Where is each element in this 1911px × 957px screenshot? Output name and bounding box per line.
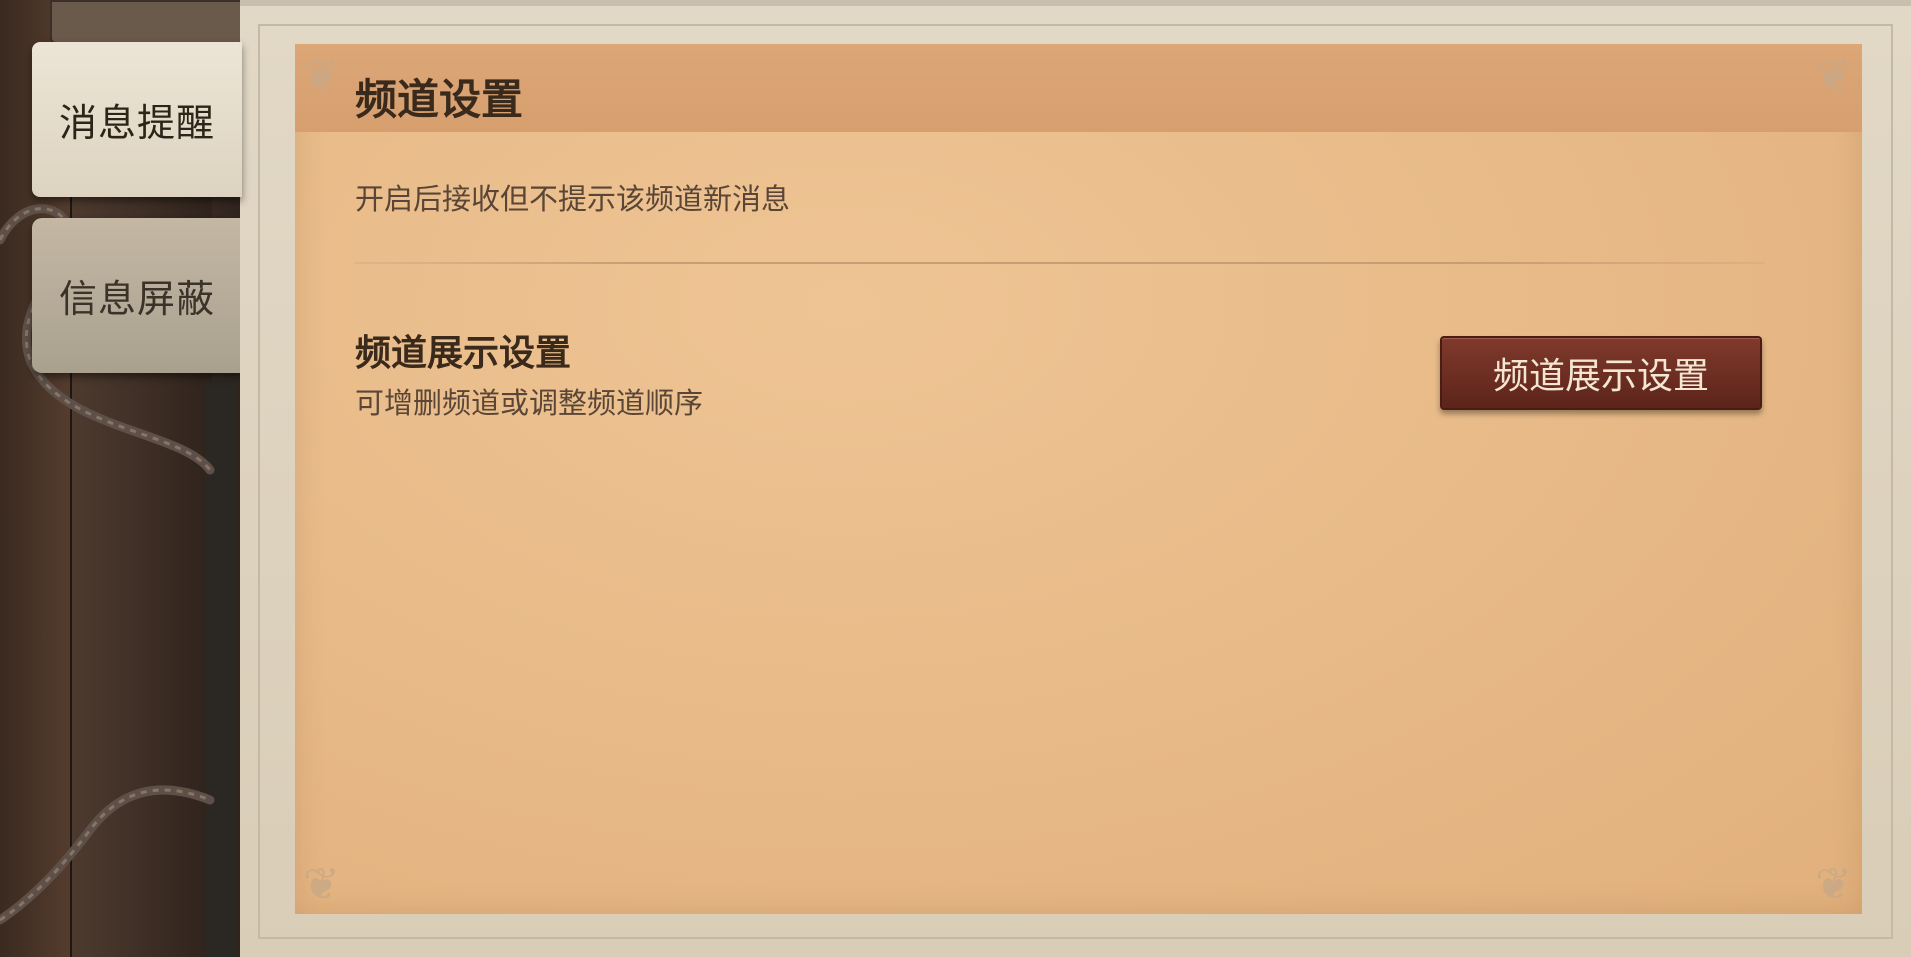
channel-mute-hint: 开启后接收但不提示该频道新消息 (355, 182, 791, 216)
corner-ornament-icon: ❦ (303, 859, 340, 910)
corner-ornament-icon: ❦ (1815, 50, 1852, 101)
channel-display-settings-button-label: 频道展示设置 (1492, 356, 1709, 397)
channel-display-settings-button[interactable]: 频道展示设置 (1440, 336, 1762, 410)
panel-header-band (295, 44, 1862, 132)
game-settings-screen: 信息屏蔽 消息提醒 ❦ ❦ ❦ ❦ 频道设置 开启后接收但不提示该频道新消息 频… (0, 0, 1911, 957)
settings-panel: ❦ ❦ ❦ ❦ (295, 44, 1862, 914)
tab-message-reminder[interactable]: 消息提醒 (32, 42, 242, 197)
channel-display-description: 可增删频道或调整频道顺序 (355, 386, 704, 420)
tab-info-block[interactable]: 信息屏蔽 (32, 218, 242, 373)
channel-display-title: 频道展示设置 (355, 333, 572, 374)
corner-ornament-icon: ❦ (1815, 859, 1852, 910)
tab-info-block-label: 信息屏蔽 (58, 277, 215, 321)
tab-message-reminder-label: 消息提醒 (58, 101, 215, 145)
panel-title: 频道设置 (355, 75, 524, 124)
corner-ornament-icon: ❦ (303, 50, 340, 101)
section-divider (355, 262, 1765, 264)
